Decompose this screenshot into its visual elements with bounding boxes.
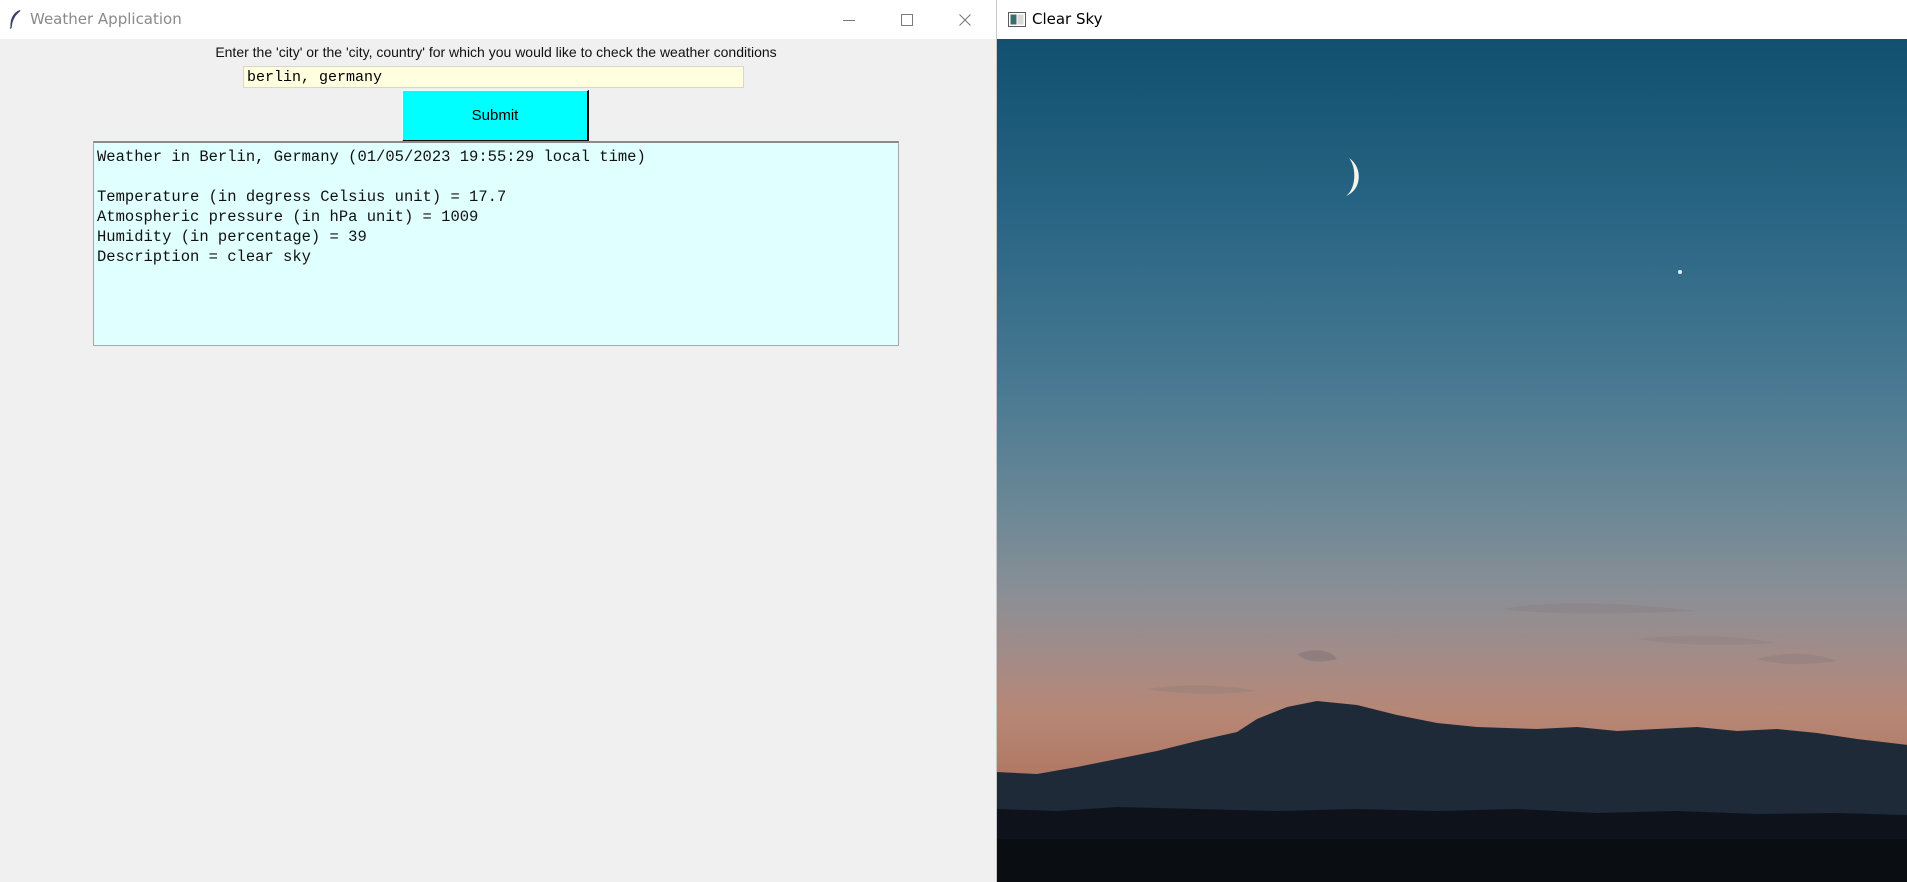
result-description-line: Description = clear sky — [97, 248, 311, 266]
result-humidity-line: Humidity (in percentage) = 39 — [97, 228, 367, 246]
foreground-shadow — [997, 839, 1907, 882]
result-pressure-line: Atmospheric pressure (in hPa unit) = 100… — [97, 208, 479, 226]
weather-result-text[interactable]: Weather in Berlin, Germany (01/05/2023 1… — [93, 141, 899, 346]
clear-sky-window: Clear Sky — [996, 0, 1907, 882]
minimize-button[interactable] — [820, 0, 878, 39]
image-window-title: Clear Sky — [1032, 10, 1103, 28]
weather-application-window: Weather Application Enter the 'city' or … — [0, 0, 996, 882]
result-temperature-line: Temperature (in degress Celsius unit) = … — [97, 188, 507, 206]
desktop: Weather Application Enter the 'city' or … — [0, 0, 1907, 882]
result-heading-line: Weather in Berlin, Germany (01/05/2023 1… — [97, 148, 646, 166]
tk-feather-icon — [9, 10, 21, 29]
title-bar[interactable]: Weather Application — [0, 0, 996, 39]
clear-sky-photo — [997, 39, 1907, 882]
image-viewer-icon — [1008, 12, 1026, 27]
window-title: Weather Application — [30, 10, 182, 28]
close-button[interactable] — [936, 0, 994, 39]
minimize-icon — [843, 19, 855, 21]
maximize-button[interactable] — [878, 0, 936, 39]
close-icon — [959, 13, 971, 26]
city-input[interactable] — [243, 66, 744, 88]
result-blank-line — [97, 167, 895, 187]
city-prompt-label: Enter the 'city' or the 'city, country' … — [215, 44, 777, 60]
image-window-title-bar[interactable]: Clear Sky — [997, 0, 1907, 39]
maximize-icon — [901, 13, 913, 26]
submit-button[interactable]: Submit — [402, 90, 589, 142]
star — [1678, 270, 1682, 274]
